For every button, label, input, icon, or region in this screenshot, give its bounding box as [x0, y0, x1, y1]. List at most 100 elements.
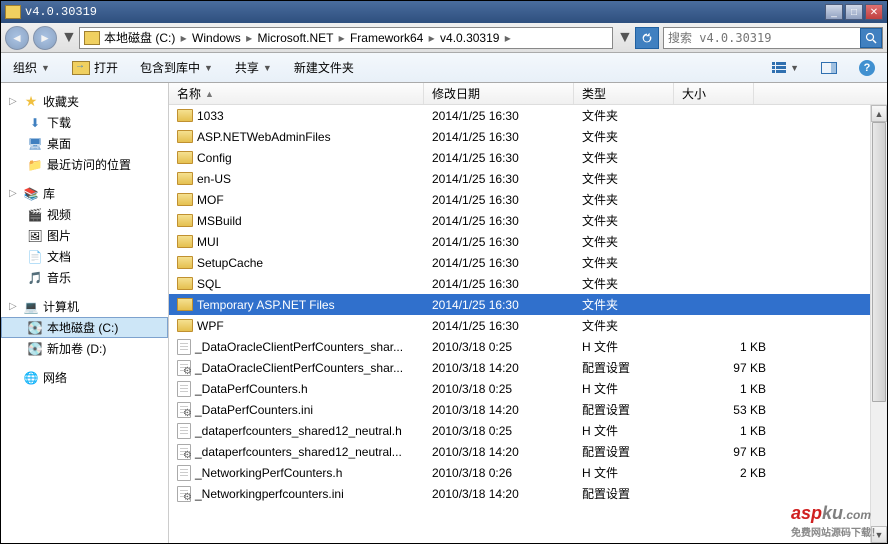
file-list: 1033 2014/1/25 16:30 文件夹 ASP.NETWebAdminFil… [169, 105, 887, 543]
ini-icon [177, 444, 191, 460]
sidebar-item-recent[interactable]: 📁最近访问的位置 [1, 154, 168, 175]
file-row[interactable]: _dataperfcounters_shared12_neutral.h2010… [169, 420, 887, 441]
file-row[interactable]: 10332014/1/25 16:30文件夹 [169, 105, 887, 126]
file-type: 文件夹 [574, 191, 674, 208]
file-row[interactable]: _DataPerfCounters.ini2010/3/18 14:20配置设置… [169, 399, 887, 420]
folder-icon [177, 214, 193, 227]
folder-icon [177, 151, 193, 164]
file-name: MOF [197, 193, 224, 207]
new-folder-button[interactable]: 新建文件夹 [290, 57, 358, 78]
file-type: 文件夹 [574, 149, 674, 166]
column-header-type[interactable]: 类型 [574, 83, 674, 104]
sidebar-network-header[interactable]: 🌐网络 [1, 367, 168, 388]
back-button[interactable]: ◄ [5, 26, 29, 50]
folder-icon [177, 172, 193, 185]
file-row[interactable]: Temporary ASP.NET Files2014/1/25 16:30文件… [169, 294, 887, 315]
sidebar-item-drive-c[interactable]: 💽本地磁盘 (C:) [1, 317, 168, 338]
sidebar-item-videos[interactable]: 🎬视频 [1, 204, 168, 225]
file-name: _NetworkingPerfCounters.h [195, 466, 342, 480]
file-date: 2010/3/18 0:25 [424, 382, 574, 396]
sidebar-library-header[interactable]: ▷📚库 [1, 183, 168, 204]
preview-pane-button[interactable] [817, 60, 841, 76]
history-dropdown[interactable]: ▼ [61, 29, 75, 47]
file-row[interactable]: Config2014/1/25 16:30文件夹 [169, 147, 887, 168]
file-date: 2014/1/25 16:30 [424, 109, 574, 123]
column-header-date[interactable]: 修改日期 [424, 83, 574, 104]
maximize-button[interactable]: □ [845, 4, 863, 20]
file-date: 2010/3/18 0:25 [424, 424, 574, 438]
file-name: Config [197, 151, 232, 165]
scroll-thumb[interactable] [872, 122, 886, 402]
file-row[interactable]: MSBuild2014/1/25 16:30文件夹 [169, 210, 887, 231]
sidebar-item-drive-d[interactable]: 💽新加卷 (D:) [1, 338, 168, 359]
file-size: 53 KB [674, 403, 774, 417]
include-in-library-button[interactable]: 包含到库中▼ [136, 57, 217, 78]
sidebar-computer-header[interactable]: ▷💻计算机 [1, 296, 168, 317]
scrollbar-vertical[interactable]: ▲ ▼ [870, 105, 887, 543]
scroll-up-button[interactable]: ▲ [871, 105, 887, 122]
forward-button[interactable]: ► [33, 26, 57, 50]
breadcrumb-item[interactable]: v4.0.30319 [440, 31, 499, 45]
file-row[interactable]: _NetworkingPerfCounters.h2010/3/18 0:26H… [169, 462, 887, 483]
file-type: H 文件 [574, 380, 674, 397]
help-button[interactable]: ? [855, 58, 879, 78]
sidebar-item-pictures[interactable]: 🖼图片 [1, 225, 168, 246]
search-button[interactable] [860, 28, 882, 48]
file-name: 1033 [197, 109, 224, 123]
file-name: _DataOracleClientPerfCounters_shar... [195, 361, 403, 375]
breadcrumb[interactable]: 本地磁盘 (C:) ▸ Windows ▸ Microsoft.NET ▸ Fr… [79, 27, 613, 49]
file-row[interactable]: en-US2014/1/25 16:30文件夹 [169, 168, 887, 189]
share-button[interactable]: 共享▼ [231, 57, 276, 78]
file-row[interactable]: MOF2014/1/25 16:30文件夹 [169, 189, 887, 210]
sidebar-item-downloads[interactable]: ⬇下载 [1, 112, 168, 133]
close-button[interactable]: ✕ [865, 4, 883, 20]
open-button[interactable]: 打开 [68, 57, 122, 78]
file-date: 2010/3/18 0:25 [424, 340, 574, 354]
column-header-name[interactable]: 名称▲ [169, 83, 424, 104]
file-type: H 文件 [574, 338, 674, 355]
file-list-pane: 名称▲ 修改日期 类型 大小 1033 2014/1/25 16:30 文件夹 ASP… [169, 83, 887, 543]
file-row[interactable]: _dataperfcounters_shared12_neutral...201… [169, 441, 887, 462]
breadcrumb-item[interactable]: Windows [192, 31, 241, 45]
search-input[interactable] [664, 31, 860, 45]
star-icon: ★ [23, 95, 39, 109]
file-row[interactable]: _Networkingperfcounters.ini2010/3/18 14:… [169, 483, 887, 504]
file-row[interactable]: MUI2014/1/25 16:30文件夹 [169, 231, 887, 252]
breadcrumb-item[interactable]: Framework64 [350, 31, 423, 45]
breadcrumb-item[interactable]: 本地磁盘 (C:) [104, 31, 175, 45]
column-header-size[interactable]: 大小 [674, 83, 754, 104]
breadcrumb-item[interactable]: Microsoft.NET [257, 31, 333, 45]
refresh-button[interactable] [635, 27, 659, 49]
sidebar-item-music[interactable]: 🎵音乐 [1, 267, 168, 288]
file-name: SetupCache [197, 256, 263, 270]
file-size: 97 KB [674, 361, 774, 375]
organize-button[interactable]: 组织▼ [9, 57, 54, 78]
file-row[interactable]: ASP.NETWebAdminFiles2014/1/25 16:30文件夹 [169, 126, 887, 147]
file-row[interactable]: SetupCache2014/1/25 16:30文件夹 [169, 252, 887, 273]
view-button[interactable]: ▼ [768, 60, 803, 75]
file-icon [177, 381, 191, 397]
sort-indicator-icon: ▲ [205, 89, 214, 99]
drive-icon: 💽 [27, 342, 43, 356]
file-row[interactable]: _DataOracleClientPerfCounters_shar...201… [169, 336, 887, 357]
file-row[interactable]: _DataPerfCounters.h2010/3/18 0:25H 文件1 K… [169, 378, 887, 399]
sidebar-item-desktop[interactable]: 🖥桌面 [1, 133, 168, 154]
file-name: MUI [197, 235, 219, 249]
ini-icon [177, 486, 191, 502]
file-row[interactable]: WPF2014/1/25 16:30文件夹 [169, 315, 887, 336]
address-dropdown[interactable]: ▼ [617, 29, 631, 47]
sidebar-favorites-header[interactable]: ▷★收藏夹 [1, 91, 168, 112]
file-size: 97 KB [674, 445, 774, 459]
file-type: 配置设置 [574, 359, 674, 376]
sidebar-item-documents[interactable]: 📄文档 [1, 246, 168, 267]
file-date: 2010/3/18 14:20 [424, 403, 574, 417]
folder-icon [5, 5, 21, 19]
file-row[interactable]: _DataOracleClientPerfCounters_shar...201… [169, 357, 887, 378]
file-type: 配置设置 [574, 401, 674, 418]
computer-icon: 💻 [23, 300, 39, 314]
file-row[interactable]: SQL2014/1/25 16:30文件夹 [169, 273, 887, 294]
help-icon: ? [859, 60, 875, 76]
file-icon [177, 423, 191, 439]
network-icon: 🌐 [23, 371, 39, 385]
minimize-button[interactable]: _ [825, 4, 843, 20]
